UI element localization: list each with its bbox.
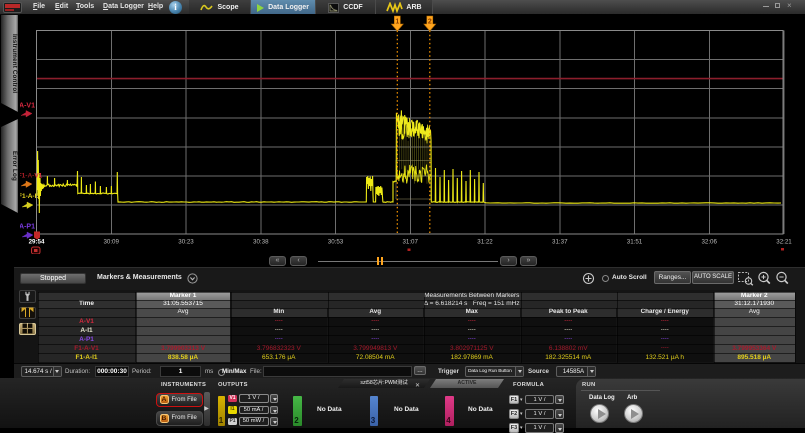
svg-text:30:09: 30:09: [103, 239, 119, 246]
svg-text:1: 1: [395, 19, 399, 26]
svg-text:2: 2: [428, 19, 432, 26]
svg-text:31:07: 31:07: [402, 239, 418, 246]
svg-text:A-P1: A-P1: [20, 224, 35, 231]
svg-text:F1-A-V1: F1-A-V1: [20, 173, 43, 180]
svg-text:31:22: 31:22: [477, 239, 493, 246]
svg-text:30:53: 30:53: [328, 239, 344, 246]
svg-text:31:51: 31:51: [627, 239, 643, 246]
svg-text:31:37: 31:37: [552, 239, 568, 246]
svg-text:30:38: 30:38: [253, 239, 269, 246]
svg-text:30:23: 30:23: [178, 239, 194, 246]
svg-text:32:21: 32:21: [776, 239, 792, 246]
svg-text:F1-A-I1: F1-A-I1: [20, 193, 40, 200]
svg-text:32:06: 32:06: [701, 239, 717, 246]
svg-text:A-V1: A-V1: [20, 103, 35, 110]
svg-text:29:54: 29:54: [29, 239, 45, 246]
